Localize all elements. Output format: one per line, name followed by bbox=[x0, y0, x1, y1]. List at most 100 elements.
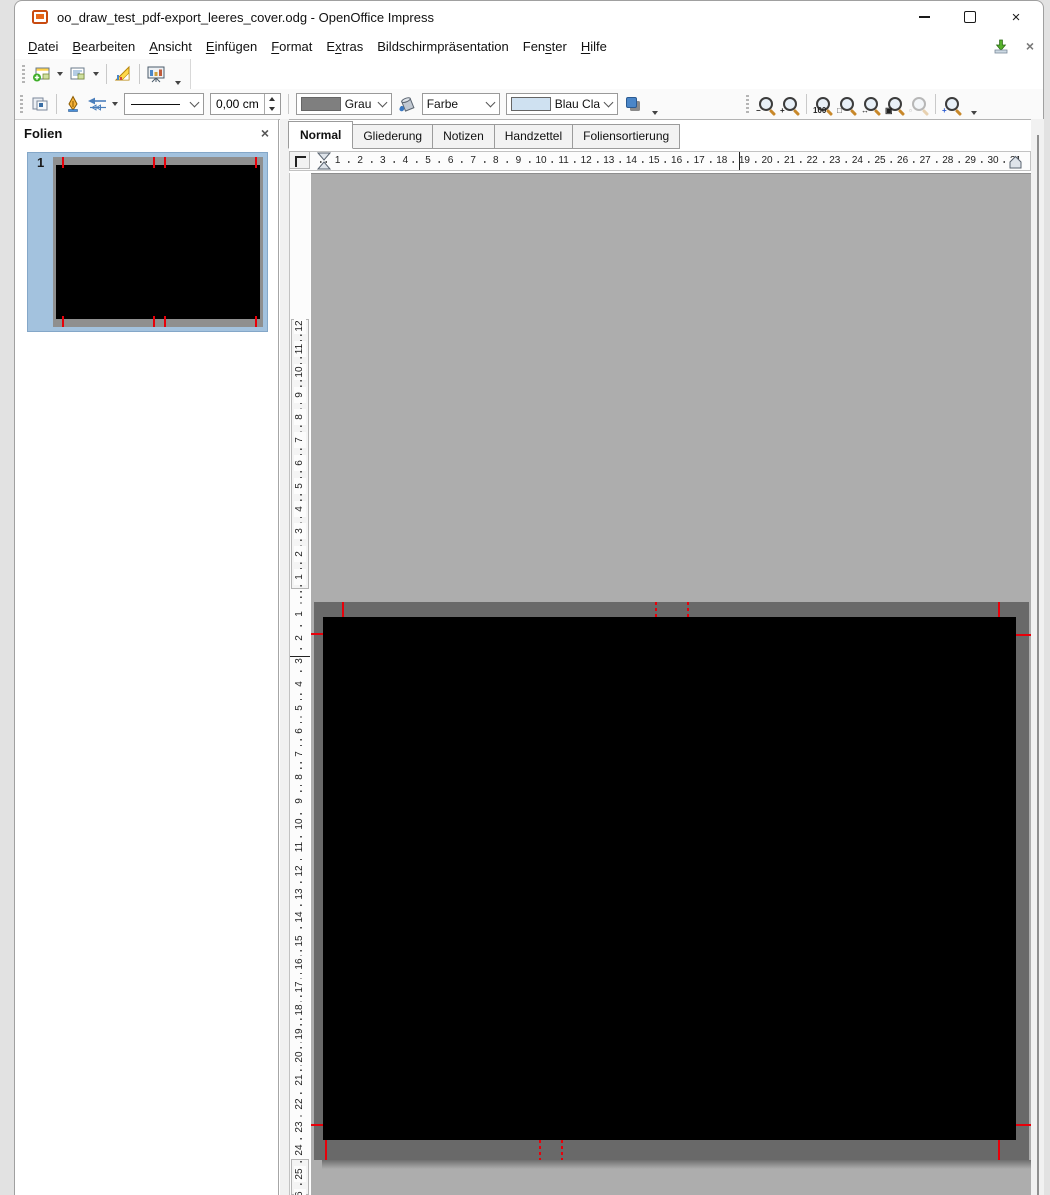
update-download-icon[interactable] bbox=[992, 38, 1010, 54]
zoom-page-width-button[interactable]: ↔ bbox=[859, 92, 883, 116]
line-style-dropdown-icon[interactable] bbox=[186, 94, 203, 114]
thumbnail-crop-mark bbox=[255, 316, 257, 327]
panel-close-icon[interactable]: × bbox=[261, 125, 269, 141]
line-width-value[interactable]: 0,00 cm bbox=[211, 97, 264, 111]
new-slide-icon bbox=[32, 65, 52, 83]
fill-type-dropdown-icon[interactable] bbox=[482, 94, 499, 114]
pan-shift-glyph: + bbox=[942, 107, 947, 115]
ruler-number: 22 bbox=[803, 155, 821, 167]
slide-layout-dropdown-icon[interactable] bbox=[93, 72, 99, 76]
slide-show-button[interactable] bbox=[145, 62, 167, 86]
menu-fenster[interactable]: Fenster bbox=[516, 35, 574, 58]
toolbar-separator bbox=[139, 64, 140, 84]
fill-color-dropdown-icon[interactable] bbox=[600, 94, 617, 114]
overflow-caret-icon bbox=[971, 111, 977, 115]
thumbnail-black-object bbox=[56, 165, 260, 319]
toolbar-overflow-button[interactable] bbox=[964, 91, 984, 118]
ruler-number: 8 bbox=[294, 769, 306, 785]
spin-down-button[interactable] bbox=[265, 104, 280, 114]
menu-hilfe[interactable]: Hilfe bbox=[574, 35, 614, 58]
fill-type-label: Farbe bbox=[423, 97, 482, 111]
slide-layout-button[interactable] bbox=[67, 62, 89, 86]
horizontal-ruler[interactable]: 1234567891011121314151617181920212223242… bbox=[289, 151, 1031, 171]
fill-type-combo[interactable]: Farbe bbox=[422, 93, 500, 115]
spin-up-button[interactable] bbox=[265, 94, 280, 104]
fill-color-combo[interactable]: Blau Classic bbox=[506, 93, 618, 115]
toolbar-grip[interactable] bbox=[20, 95, 23, 113]
menu-items: DateiBearbeitenAnsichtEinfügenFormatExtr… bbox=[21, 35, 614, 58]
menu-ansicht[interactable]: Ansicht bbox=[142, 35, 199, 58]
ruler-number: 5 bbox=[419, 155, 437, 167]
ruler-number: 21 bbox=[294, 1072, 306, 1088]
ruler-number: 20 bbox=[294, 1049, 306, 1065]
ruler-number: 18 bbox=[294, 1002, 306, 1018]
new-slide-button[interactable] bbox=[31, 62, 53, 86]
right-edge-strip bbox=[1031, 119, 1044, 1195]
zoom-optimal-button[interactable]: ▣ bbox=[883, 92, 907, 116]
close-document-icon[interactable]: × bbox=[1022, 38, 1038, 54]
ruler-number: 24 bbox=[848, 155, 866, 167]
line-color-dropdown-icon[interactable] bbox=[374, 94, 391, 114]
pan-shift-button[interactable]: + bbox=[940, 92, 964, 116]
close-button[interactable]: × bbox=[993, 1, 1039, 33]
slide-design-button[interactable] bbox=[112, 62, 134, 86]
menu-bildschirmprsentation[interactable]: Bildschirmpräsentation bbox=[370, 35, 516, 58]
ruler-number: 6 bbox=[294, 723, 306, 739]
menu-format[interactable]: Format bbox=[264, 35, 319, 58]
line-button[interactable] bbox=[62, 92, 84, 116]
zoom-page-width-glyph: ↔ bbox=[861, 107, 869, 115]
arrow-style-button[interactable] bbox=[86, 92, 108, 116]
tab-gliederung[interactable]: Gliederung bbox=[352, 124, 433, 149]
toolbar-overflow-button[interactable] bbox=[645, 91, 665, 118]
styles-and-formatting-button[interactable] bbox=[29, 92, 51, 116]
ruler-number: 25 bbox=[294, 1166, 306, 1182]
crop-mark bbox=[561, 1140, 563, 1160]
menu-bar-right: × bbox=[992, 33, 1038, 59]
menu-extras[interactable]: Extras bbox=[319, 35, 370, 58]
maximize-button[interactable] bbox=[947, 1, 993, 33]
indent-markers-icon[interactable] bbox=[316, 152, 332, 170]
zoom-out-button[interactable]: − bbox=[754, 92, 778, 116]
tab-type-button[interactable] bbox=[289, 151, 310, 169]
application-root: oo_draw_test_pdf-export_leeres_cover.odg… bbox=[0, 0, 1050, 1195]
ruler-number: 15 bbox=[294, 933, 306, 949]
menu-datei[interactable]: Datei bbox=[21, 35, 65, 58]
title-bar: oo_draw_test_pdf-export_leeres_cover.odg… bbox=[15, 1, 1043, 33]
shadow-button[interactable] bbox=[622, 92, 644, 116]
toolbar-overflow-button[interactable] bbox=[168, 61, 188, 88]
new-slide-dropdown-icon[interactable] bbox=[57, 72, 63, 76]
slides-panel: Folien × 1 bbox=[15, 119, 279, 1195]
minimize-button[interactable] bbox=[901, 1, 947, 33]
tab-normal[interactable]: Normal bbox=[288, 121, 353, 149]
document-canvas[interactable] bbox=[311, 173, 1031, 1195]
tab-foliensortierung[interactable]: Foliensortierung bbox=[572, 124, 680, 149]
tab-notizen[interactable]: Notizen bbox=[432, 124, 495, 149]
vertical-ruler[interactable]: 1211109876543211234567891011121314151617… bbox=[289, 173, 310, 1195]
line-width-spinner[interactable]: 0,00 cm bbox=[210, 93, 281, 115]
presentation-toolbar bbox=[15, 59, 191, 90]
zoom-entire-page-button[interactable]: □ bbox=[835, 92, 859, 116]
black-rectangle-object[interactable] bbox=[323, 617, 1016, 1140]
slide-thumbnail[interactable]: 1 bbox=[27, 152, 268, 332]
ruler-number: 4 bbox=[294, 676, 306, 692]
ruler-number: 23 bbox=[294, 1119, 306, 1135]
zoom-100-button[interactable]: 100 bbox=[811, 92, 835, 116]
line-style-combo[interactable] bbox=[124, 93, 204, 115]
right-indent-marker-icon[interactable] bbox=[1008, 155, 1023, 170]
toolbar-separator bbox=[106, 64, 107, 84]
zoom-toolbar: −+100□↔▣▫+ bbox=[741, 89, 984, 119]
zoom-in-glyph: + bbox=[780, 107, 785, 115]
tab-handzettel[interactable]: Handzettel bbox=[494, 124, 573, 149]
menu-bearbeiten[interactable]: Bearbeiten bbox=[65, 35, 142, 58]
zoom-in-button[interactable]: + bbox=[778, 92, 802, 116]
panel-splitter[interactable] bbox=[280, 119, 289, 1195]
slide-number: 1 bbox=[37, 155, 44, 170]
arrow-style-dropdown-icon[interactable] bbox=[112, 102, 118, 106]
area-button[interactable] bbox=[396, 92, 418, 116]
toolbar-grip[interactable] bbox=[746, 95, 749, 113]
menu-einfgen[interactable]: Einfügen bbox=[199, 35, 264, 58]
ruler-number: 2 bbox=[294, 630, 306, 646]
line-color-combo[interactable]: Grau 6 bbox=[296, 93, 392, 115]
ruler-number: 2 bbox=[294, 546, 306, 562]
toolbar-grip[interactable] bbox=[22, 65, 25, 83]
